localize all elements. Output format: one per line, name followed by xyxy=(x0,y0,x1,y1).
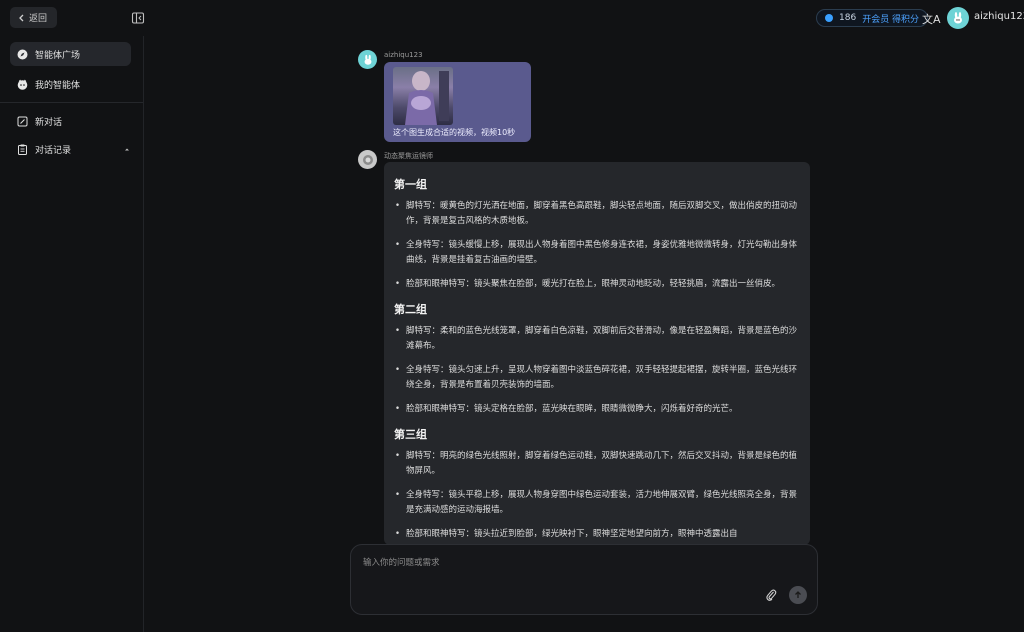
sidebar-divider xyxy=(0,102,143,103)
bot-avatar xyxy=(358,150,377,169)
arrow-up-icon xyxy=(795,591,801,598)
points-count: 186 xyxy=(839,13,857,23)
list-item: 全身特写：镜头平稳上移，展现人物身穿图中绿色运动套装，活力地伸展双臂，绿色光线照… xyxy=(394,488,800,518)
list-item: 脸部和眼神特写：镜头拉近到脸部，绿光映衬下，眼神坚定地望向前方，眼神中透露出自 xyxy=(394,527,800,542)
list-item: 脚特写：柔和的蓝色光线笼罩，脚穿着白色凉鞋，双脚前后交替滑动，像是在轻盈舞蹈，背… xyxy=(394,324,800,354)
message-input[interactable] xyxy=(361,557,765,569)
avatar[interactable] xyxy=(947,7,969,29)
message-composer xyxy=(350,544,818,615)
bunny-avatar-icon xyxy=(954,12,962,24)
uploaded-image-thumbnail[interactable] xyxy=(393,67,453,125)
back-label: 返回 xyxy=(29,14,48,24)
points-badge[interactable]: 186 开会员 得积分 xyxy=(816,9,929,27)
send-button[interactable] xyxy=(789,586,807,604)
list-item: 全身特写：镜头匀速上升，呈现人物穿着图中淡蓝色碎花裙，双手轻轻提起裙摆，旋转半圈… xyxy=(394,363,800,393)
username[interactable]: aizhiqu123 xyxy=(974,11,1024,22)
camera-lens-icon xyxy=(362,154,373,165)
user-message-bubble: 这个图生成合适的视频，视频10秒 xyxy=(384,62,531,142)
sidebar-collapse-icon[interactable] xyxy=(131,11,145,25)
back-button[interactable]: 返回 xyxy=(10,7,58,28)
chevron-up-icon[interactable] xyxy=(123,145,131,153)
paperclip-icon[interactable] xyxy=(765,588,777,602)
list-item: 脚特写：明亮的绿色光线照射，脚穿着绿色运动鞋，双脚快速跳动几下，然后交叉抖动，背… xyxy=(394,449,800,479)
user-avatar xyxy=(358,50,377,69)
group-section: 第二组 脚特写：柔和的蓝色光线笼罩，脚穿着白色凉鞋，双脚前后交替滑动，像是在轻盈… xyxy=(394,301,800,417)
bot-message-bubble: 第一组 脚特写：暖黄色的灯光洒在地面，脚穿着黑色高跟鞋，脚尖轻点地面，随后双脚交… xyxy=(384,162,810,545)
sidebar-item-agent-plaza[interactable]: 智能体广场 xyxy=(10,42,131,66)
group-section: 第三组 脚特写：明亮的绿色光线照射，脚穿着绿色运动鞋，双脚快速跳动几下，然后交叉… xyxy=(394,426,800,542)
sidebar-item-label: 新对话 xyxy=(35,117,63,128)
group-title: 第一组 xyxy=(394,178,427,191)
sidebar: 智能体广场 我的智能体 新对话 对话记录 xyxy=(0,36,144,632)
bot-name: 动态聚焦运镜师 xyxy=(384,152,433,160)
vip-link[interactable]: 开会员 得积分 xyxy=(862,12,919,25)
sidebar-item-my-agents[interactable]: 我的智能体 xyxy=(10,72,131,96)
sidebar-item-label: 我的智能体 xyxy=(35,80,81,91)
list-item: 脚特写：暖黄色的灯光洒在地面，脚穿着黑色高跟鞋，脚尖轻点地面，随后双脚交叉，做出… xyxy=(394,199,800,229)
user-message-text: 这个图生成合适的视频，视频10秒 xyxy=(393,128,516,137)
sidebar-item-label: 对话记录 xyxy=(35,145,72,156)
bunny-avatar-icon xyxy=(364,54,371,65)
top-bar: 返回 186 开会员 得积分 文A aizhiqu123 xyxy=(0,0,1024,36)
sidebar-item-label: 智能体广场 xyxy=(35,50,81,61)
bot-face-icon xyxy=(17,79,28,90)
list-item: 脸部和眼神特写：镜头聚焦在脸部，暖光打在脸上，眼神灵动地眨动，轻轻挑眉，流露出一… xyxy=(394,277,800,292)
user-name: aizhiqu123 xyxy=(384,51,423,59)
sidebar-item-chat-history[interactable]: 对话记录 xyxy=(10,137,131,161)
chevron-left-icon xyxy=(19,14,24,21)
list-item: 全身特写：镜头缓慢上移，展现出人物身着图中黑色修身连衣裙，身姿优雅地微微转身，灯… xyxy=(394,238,800,268)
compass-icon xyxy=(17,49,28,60)
edit-icon xyxy=(17,116,28,127)
coin-icon xyxy=(825,14,833,22)
group-title: 第三组 xyxy=(394,428,427,441)
clipboard-icon xyxy=(17,144,28,155)
translate-icon[interactable]: 文A xyxy=(922,11,941,27)
group-title: 第二组 xyxy=(394,303,427,316)
list-item: 脸部和眼神特写：镜头定格在脸部，蓝光映在眼眸，眼睛微微睁大，闪烁着好奇的光芒。 xyxy=(394,402,800,417)
sidebar-item-new-chat[interactable]: 新对话 xyxy=(10,109,131,133)
group-section: 第一组 脚特写：暖黄色的灯光洒在地面，脚穿着黑色高跟鞋，脚尖轻点地面，随后双脚交… xyxy=(394,176,800,292)
